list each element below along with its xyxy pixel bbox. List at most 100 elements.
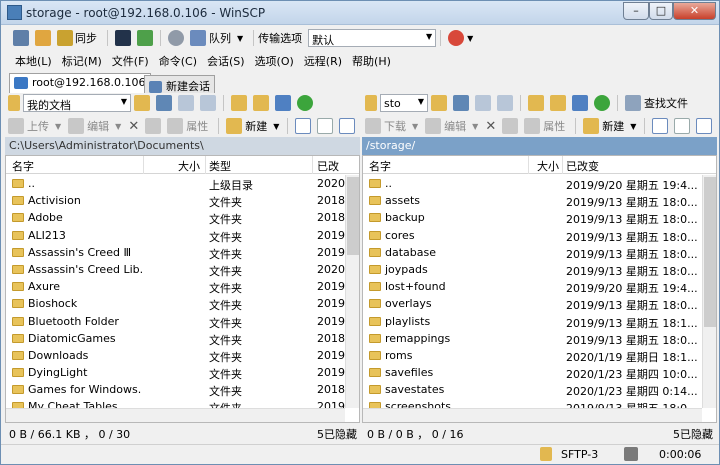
file-row[interactable]: .. 上级目录 2020 bbox=[6, 175, 359, 192]
file-row[interactable]: Bluetooth Folder 文件夹 2019 bbox=[6, 313, 359, 330]
putty-icon[interactable] bbox=[137, 30, 153, 46]
parent-dir-icon[interactable] bbox=[528, 95, 544, 111]
root-dir-icon[interactable] bbox=[253, 95, 269, 111]
column-name[interactable]: 名字 bbox=[12, 158, 34, 174]
column-changed[interactable]: 已改 bbox=[317, 158, 339, 174]
filter-icon[interactable] bbox=[156, 95, 172, 111]
local-location-select[interactable]: 我的文档 ▼ bbox=[23, 94, 131, 112]
maximize-button[interactable]: □ bbox=[649, 2, 673, 20]
edit-button[interactable]: 编辑 bbox=[87, 118, 109, 134]
gear-icon[interactable] bbox=[168, 30, 184, 46]
upload-icon[interactable] bbox=[8, 118, 24, 134]
tab-new-session[interactable]: 新建会话 bbox=[144, 75, 215, 93]
remote-path[interactable]: /storage/ bbox=[362, 137, 717, 155]
new-button[interactable]: 新建 bbox=[602, 118, 624, 134]
column-changed[interactable]: 已改变 bbox=[566, 158, 599, 174]
file-row[interactable]: Assassin's Creed Ⅲ 文件夹 2019 bbox=[6, 244, 359, 261]
menu-mark[interactable]: 标记(M) bbox=[62, 53, 102, 69]
reload-icon[interactable] bbox=[35, 30, 51, 46]
home-icon[interactable] bbox=[572, 95, 588, 111]
menu-commands[interactable]: 命令(C) bbox=[159, 53, 197, 69]
properties-button[interactable]: 属性 bbox=[543, 118, 565, 134]
chevron-down-icon[interactable]: ▼ bbox=[115, 122, 121, 131]
file-row[interactable]: DiatomicGames 文件夹 2018 bbox=[6, 330, 359, 347]
parent-dir-icon[interactable] bbox=[231, 95, 247, 111]
scrollbar-thumb[interactable] bbox=[704, 177, 716, 327]
edit-icon[interactable] bbox=[68, 118, 85, 134]
new-session-icon[interactable] bbox=[13, 30, 29, 46]
menu-local[interactable]: 本地(L) bbox=[15, 53, 52, 69]
local-file-list[interactable]: 名字 大小 类型 已改 .. 上级目录 2020 Activision 文件夹 2018 A… bbox=[5, 155, 360, 423]
sync-icon[interactable] bbox=[57, 30, 73, 46]
color-icon[interactable] bbox=[448, 30, 465, 46]
menu-options[interactable]: 选项(O) bbox=[255, 53, 294, 69]
find-files-icon[interactable] bbox=[625, 95, 641, 111]
delete-icon[interactable]: ✕ bbox=[485, 119, 496, 134]
refresh-icon[interactable] bbox=[297, 95, 313, 111]
column-size[interactable]: 大小 bbox=[537, 158, 559, 174]
chevron-down-icon[interactable]: ▼ bbox=[630, 122, 636, 131]
file-row[interactable]: overlays 2019/9/13 星期五 18:0... bbox=[363, 295, 716, 312]
menu-files[interactable]: 文件(F) bbox=[112, 53, 149, 69]
chevron-down-icon[interactable]: ▼ bbox=[237, 34, 243, 43]
menu-help[interactable]: 帮助(H) bbox=[352, 53, 391, 69]
transfer-preset-select[interactable]: 默认 ▼ bbox=[308, 29, 437, 47]
open-folder-icon[interactable] bbox=[134, 95, 150, 111]
column-name[interactable]: 名字 bbox=[369, 158, 391, 174]
menu-remote[interactable]: 远程(R) bbox=[304, 53, 342, 69]
rename-icon[interactable] bbox=[502, 118, 519, 134]
remote-horizontal-scrollbar[interactable] bbox=[363, 408, 702, 422]
back-icon[interactable] bbox=[178, 95, 194, 111]
file-row[interactable]: Assassin's Creed Lib... 文件夹 2020 bbox=[6, 261, 359, 278]
queue-button[interactable]: 队列 bbox=[209, 30, 231, 46]
chevron-down-icon[interactable]: ▼ bbox=[412, 122, 418, 131]
file-row[interactable]: cores 2019/9/13 星期五 18:0... bbox=[363, 227, 716, 244]
new-button[interactable]: 新建 bbox=[245, 118, 267, 134]
local-horizontal-scrollbar[interactable] bbox=[6, 408, 345, 422]
home-icon[interactable] bbox=[275, 95, 291, 111]
deselect-icon[interactable] bbox=[674, 118, 691, 134]
delete-icon[interactable]: ✕ bbox=[128, 119, 139, 134]
new-folder-icon[interactable] bbox=[583, 118, 600, 134]
file-row[interactable]: assets 2019/9/13 星期五 18:0... bbox=[363, 192, 716, 209]
file-row[interactable]: roms 2020/1/19 星期日 18:1... bbox=[363, 347, 716, 364]
file-row[interactable]: playlists 2019/9/13 星期五 18:1... bbox=[363, 313, 716, 330]
properties-icon[interactable] bbox=[524, 118, 541, 134]
menu-session[interactable]: 会话(S) bbox=[207, 53, 245, 69]
chevron-down-icon[interactable]: ▼ bbox=[273, 122, 279, 131]
file-row[interactable]: Axure 文件夹 2019 bbox=[6, 278, 359, 295]
upload-button[interactable]: 上传 bbox=[27, 118, 49, 134]
column-type[interactable]: 类型 bbox=[209, 158, 231, 174]
minimize-button[interactable]: – bbox=[623, 2, 649, 20]
root-dir-icon[interactable] bbox=[550, 95, 566, 111]
back-icon[interactable] bbox=[475, 95, 491, 111]
close-button[interactable]: ✕ bbox=[673, 2, 716, 20]
download-icon[interactable] bbox=[365, 118, 381, 134]
file-row[interactable]: Games for Windows... 文件夹 2018 bbox=[6, 381, 359, 398]
file-row[interactable]: Bioshock 文件夹 2019 bbox=[6, 295, 359, 312]
file-row[interactable]: DyingLight 文件夹 2019 bbox=[6, 364, 359, 381]
deselect-icon[interactable] bbox=[317, 118, 334, 134]
file-row[interactable]: Downloads 文件夹 2019 bbox=[6, 347, 359, 364]
file-row[interactable]: Activision 文件夹 2018 bbox=[6, 192, 359, 209]
scrollbar-thumb[interactable] bbox=[347, 177, 359, 255]
remote-location-select[interactable]: sto ▼ bbox=[380, 94, 428, 112]
filter-icon[interactable] bbox=[453, 95, 469, 111]
file-row[interactable]: .. 2019/9/20 星期五 19:4... bbox=[363, 175, 716, 192]
file-row[interactable]: Adobe 文件夹 2018 bbox=[6, 209, 359, 226]
console-icon[interactable] bbox=[115, 30, 131, 46]
tab-session[interactable]: root@192.168.0.106 bbox=[9, 73, 151, 93]
properties-button[interactable]: 属性 bbox=[186, 118, 208, 134]
refresh-icon[interactable] bbox=[594, 95, 610, 111]
chevron-down-icon[interactable]: ▼ bbox=[55, 122, 61, 131]
file-row[interactable]: database 2019/9/13 星期五 18:0... bbox=[363, 244, 716, 261]
open-folder-icon[interactable] bbox=[431, 95, 447, 111]
download-button[interactable]: 下载 bbox=[384, 118, 406, 134]
forward-icon[interactable] bbox=[497, 95, 513, 111]
file-row[interactable]: savestates 2020/1/23 星期四 0:14... bbox=[363, 381, 716, 398]
queue-icon[interactable] bbox=[190, 30, 206, 46]
column-size[interactable]: 大小 bbox=[178, 158, 200, 174]
rename-icon[interactable] bbox=[145, 118, 162, 134]
forward-icon[interactable] bbox=[200, 95, 216, 111]
select-all-icon[interactable] bbox=[652, 118, 669, 134]
